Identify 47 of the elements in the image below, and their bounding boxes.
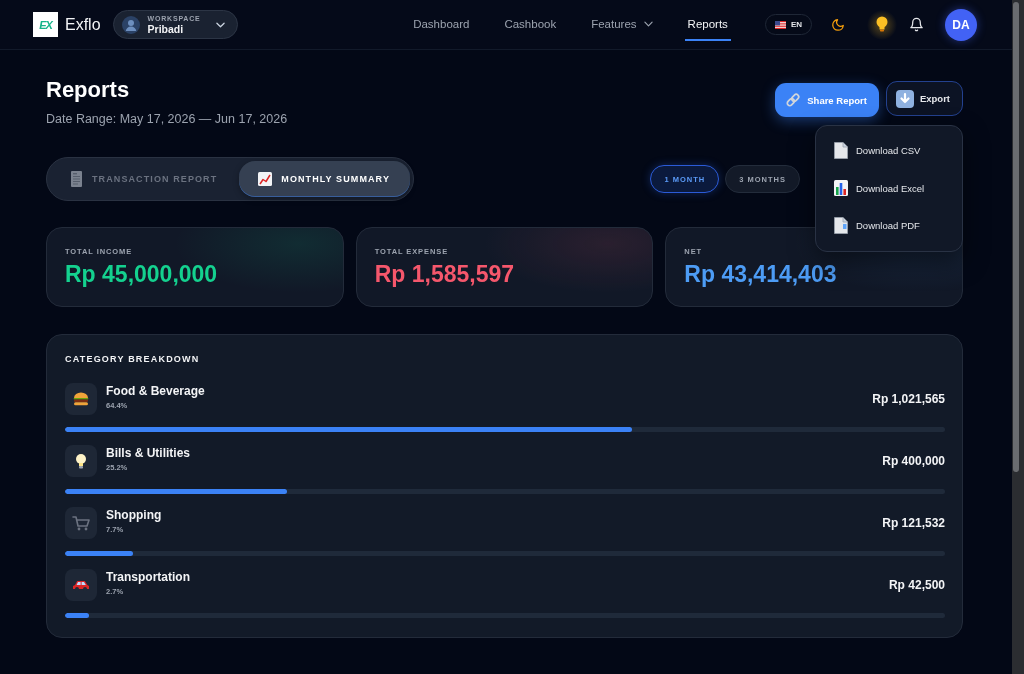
menu-item[interactable]: Download PDF bbox=[816, 207, 962, 245]
card-value: Rp 43,414,403 bbox=[684, 260, 837, 288]
category-name: Bills & Utilities bbox=[106, 446, 191, 461]
car-icon bbox=[65, 569, 97, 601]
nav-link[interactable]: Cashbook bbox=[501, 8, 560, 41]
download-icon bbox=[895, 89, 914, 108]
menu-item[interactable]: Download Excel bbox=[816, 169, 962, 207]
category-name: Food & Beverage bbox=[106, 384, 205, 399]
lightbulb-icon bbox=[65, 445, 97, 477]
date-range: Date Range: May 17, 2026 — Jun 17, 2026 bbox=[46, 112, 288, 127]
receipt-icon bbox=[71, 171, 82, 187]
scrollbar[interactable] bbox=[1012, 0, 1024, 674]
report-tab[interactable]: MONTHLY SUMMARY bbox=[239, 161, 410, 197]
moon-icon[interactable] bbox=[831, 17, 845, 32]
category-amount: Rp 1,021,565 bbox=[872, 392, 945, 406]
chevron-down-icon bbox=[643, 20, 653, 27]
document-icon bbox=[834, 142, 848, 160]
nav-link[interactable]: Reports bbox=[684, 8, 731, 41]
card-value: Rp 45,000,000 bbox=[65, 260, 218, 288]
line-chart-icon bbox=[258, 172, 273, 186]
category-amount: Rp 400,000 bbox=[882, 454, 945, 468]
lightbulb-icon[interactable] bbox=[867, 9, 897, 40]
document-icon bbox=[834, 217, 848, 235]
user-icon bbox=[121, 15, 140, 34]
nav-link[interactable]: Features bbox=[588, 8, 656, 41]
link-icon bbox=[785, 92, 802, 108]
share-button[interactable]: Share Report bbox=[775, 83, 879, 117]
card-value: Rp 1,585,597 bbox=[374, 260, 515, 288]
language-selector[interactable]: EN bbox=[764, 14, 812, 35]
cart-icon bbox=[65, 507, 97, 539]
category-amount: Rp 42,500 bbox=[888, 578, 945, 592]
workspace-name: Pribadi bbox=[147, 23, 185, 35]
category-amount: Rp 121,532 bbox=[882, 516, 945, 530]
brand-name[interactable]: Exflo bbox=[65, 15, 101, 34]
menu-item[interactable]: Download CSV bbox=[816, 132, 962, 170]
bar-chart-icon bbox=[834, 180, 848, 197]
flag-icon bbox=[774, 20, 786, 29]
user-avatar[interactable]: DA bbox=[945, 8, 977, 41]
page-title: Reports bbox=[46, 77, 131, 103]
burger-icon bbox=[65, 383, 97, 415]
category-name: Transportation bbox=[106, 570, 190, 585]
section-title: CATEGORY BREAKDOWN bbox=[65, 354, 201, 365]
export-button[interactable]: Export bbox=[885, 81, 963, 116]
chevron-down-icon bbox=[215, 21, 225, 28]
nav-link[interactable]: Dashboard bbox=[410, 8, 473, 41]
category-name: Shopping bbox=[106, 508, 162, 523]
bell-icon[interactable] bbox=[909, 17, 924, 32]
